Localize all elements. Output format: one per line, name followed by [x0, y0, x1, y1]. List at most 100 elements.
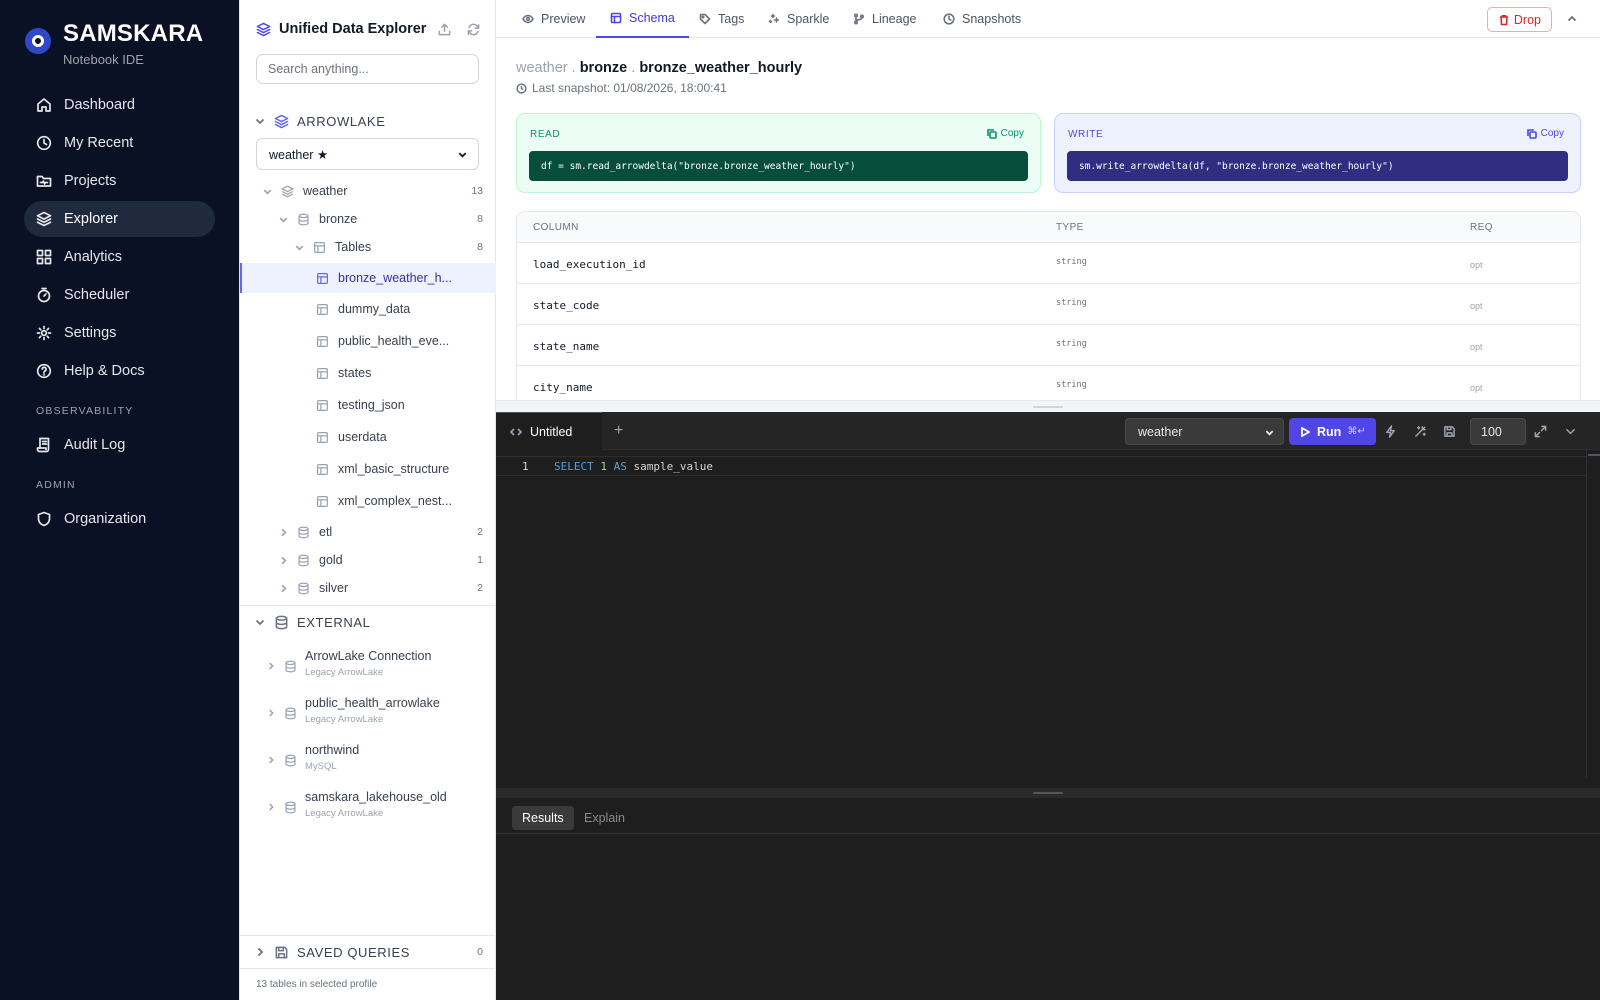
table-item-dummy-data[interactable]: dummy_data: [240, 296, 496, 322]
external-connection-arrowlake[interactable]: ArrowLake Connection Legacy ArrowLake: [240, 647, 496, 685]
tab-schema[interactable]: Schema: [596, 0, 689, 38]
tab-preview[interactable]: Preview: [522, 0, 585, 38]
code-line[interactable]: 1 SELECT 1 AS sample_value: [496, 456, 1586, 476]
database-icon: [275, 615, 288, 629]
tab-results[interactable]: Results: [512, 806, 574, 830]
database-select[interactable]: weather: [1125, 418, 1284, 445]
table-icon: [317, 335, 328, 347]
run-button[interactable]: Run ⌘↵: [1289, 418, 1376, 445]
magic-wand-icon[interactable]: [1414, 425, 1427, 438]
database-select-value: weather: [1138, 424, 1183, 439]
table-icon: [317, 367, 328, 379]
gear-icon: [36, 325, 52, 341]
nav-section-observability: OBSERVABILITY: [36, 405, 134, 417]
nav-item-label: Help & Docs: [64, 363, 145, 379]
tab-tags[interactable]: Tags: [699, 0, 744, 38]
tree-node-label: silver: [319, 581, 349, 595]
arrowlake-label: ARROWLAKE: [297, 113, 386, 129]
external-connection-samskara-lakehouse[interactable]: samskara_lakehouse_old Legacy ArrowLake: [240, 788, 496, 826]
connection-type: Legacy ArrowLake: [305, 667, 384, 678]
write-label: WRITE: [1068, 129, 1104, 140]
nav-item-dashboard[interactable]: Dashboard: [24, 87, 215, 123]
nav-item-projects[interactable]: Projects: [24, 163, 215, 199]
tree-node-label: etl: [319, 525, 333, 539]
divider: [240, 968, 496, 969]
table-row[interactable]: city_name string opt: [517, 366, 1580, 400]
profile-select[interactable]: weather ★: [256, 138, 479, 170]
arrowlake-section-header[interactable]: ARROWLAKE: [240, 108, 496, 134]
external-connection-northwind[interactable]: northwind MySQL: [240, 741, 496, 779]
table-item-xml-complex-nested[interactable]: xml_complex_nest...: [240, 488, 496, 514]
nav-item-help-docs[interactable]: Help & Docs: [24, 353, 215, 389]
nav-item-settings[interactable]: Settings: [24, 315, 215, 351]
sql-editor: Untitled + weather Run ⌘↵ 1 SELECT 1 AS …: [496, 412, 1600, 1000]
table-icon: [317, 495, 328, 507]
copy-read-button[interactable]: Copy: [986, 128, 1024, 139]
nav-item-my-recent[interactable]: My Recent: [24, 125, 215, 161]
save-icon[interactable]: [1443, 425, 1456, 438]
brand-name: SAMSKARA: [63, 20, 204, 47]
editor-scrollbar[interactable]: [1586, 450, 1600, 778]
upload-icon[interactable]: [437, 22, 452, 37]
table-row[interactable]: state_code string opt: [517, 284, 1580, 325]
copy-icon: [1526, 128, 1537, 139]
tree-node-tables[interactable]: Tables 8: [240, 233, 496, 261]
table-icon: [314, 241, 325, 253]
tree-node-gold[interactable]: gold 1: [240, 546, 496, 574]
run-label: Run: [1317, 424, 1342, 439]
breadcrumb-profile[interactable]: weather: [516, 60, 568, 76]
tab-explain[interactable]: Explain: [574, 806, 635, 830]
chevron-right-icon: [281, 528, 287, 536]
nav-item-analytics[interactable]: Analytics: [24, 239, 215, 275]
nav-item-organization[interactable]: Organization: [24, 501, 215, 537]
chevron-down-icon: [255, 118, 265, 125]
nav-item-audit-log[interactable]: Audit Log: [24, 427, 215, 463]
table-item-bronze-weather-hourly[interactable]: bronze_weather_h...: [240, 263, 496, 293]
column-type: string: [1056, 380, 1087, 390]
table-item-label: xml_complex_nest...: [338, 494, 452, 508]
nav-list: Dashboard My Recent Projects Explorer An…: [24, 87, 215, 539]
tree-node-etl[interactable]: etl 2: [240, 518, 496, 546]
table-item-xml-basic-structure[interactable]: xml_basic_structure: [240, 456, 496, 482]
column-type: string: [1056, 298, 1087, 308]
drop-button[interactable]: Drop: [1486, 7, 1552, 32]
chevron-up-icon[interactable]: [1566, 13, 1578, 25]
tree-node-weather[interactable]: weather 13: [240, 177, 496, 205]
code-identifier: sample_value: [633, 460, 713, 473]
chevron-down-icon[interactable]: [1564, 425, 1577, 438]
expand-icon[interactable]: [1534, 425, 1547, 438]
pane-resize-handle[interactable]: [496, 400, 1600, 412]
external-section-header[interactable]: EXTERNAL: [240, 609, 496, 635]
refresh-icon[interactable]: [466, 22, 481, 37]
nav-item-explorer[interactable]: Explorer: [24, 201, 215, 237]
table-row[interactable]: load_execution_id string opt: [517, 243, 1580, 284]
add-tab-button[interactable]: +: [614, 423, 623, 439]
table-item-states[interactable]: states: [240, 360, 496, 386]
tree-node-bronze[interactable]: bronze 8: [240, 205, 496, 233]
saved-queries-header[interactable]: SAVED QUERIES 0: [240, 939, 496, 965]
column-type: string: [1056, 257, 1087, 267]
lightning-icon[interactable]: [1384, 425, 1397, 438]
tree-node-silver[interactable]: silver 2: [240, 574, 496, 602]
schema-header-row: COLUMN TYPE REQ: [517, 212, 1580, 243]
external-connection-public-health[interactable]: public_health_arrowlake Legacy ArrowLake: [240, 694, 496, 732]
table-item-public-health[interactable]: public_health_eve...: [240, 328, 496, 354]
timer-icon: [37, 287, 51, 303]
nav-item-scheduler[interactable]: Scheduler: [24, 277, 215, 313]
code-text: SELECT 1 AS sample_value: [554, 460, 713, 473]
results-resize-handle[interactable]: [496, 788, 1600, 798]
table-icon: [317, 399, 328, 411]
table-row[interactable]: state_name string opt: [517, 325, 1580, 366]
tab-sparkle[interactable]: Sparkle: [768, 0, 829, 38]
table-item-testing-json[interactable]: testing_json: [240, 392, 496, 418]
breadcrumb-schema[interactable]: bronze: [580, 60, 628, 76]
editor-tab-untitled[interactable]: Untitled: [496, 412, 602, 450]
explorer-search-input[interactable]: [256, 54, 479, 84]
copy-write-button[interactable]: Copy: [1526, 128, 1564, 139]
table-item-userdata[interactable]: userdata: [240, 424, 496, 450]
database-icon: [285, 707, 296, 720]
tab-lineage[interactable]: Lineage: [853, 0, 917, 38]
tab-snapshots[interactable]: Snapshots: [943, 0, 1021, 38]
row-limit-input[interactable]: [1470, 418, 1526, 445]
brand[interactable]: SAMSKARA Notebook IDE: [25, 20, 203, 67]
